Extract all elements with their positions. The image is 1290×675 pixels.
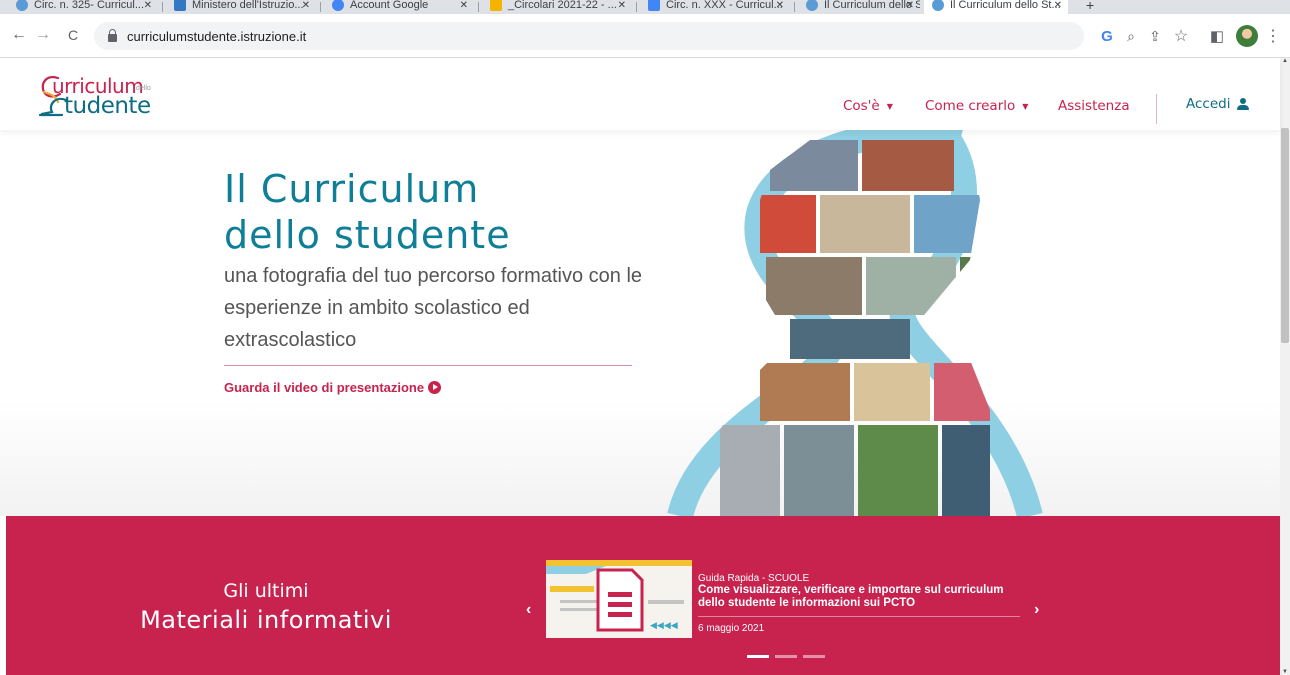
video-link-label: Guarda il video di presentazione [224, 380, 425, 395]
nav-label: Come crearlo [925, 98, 1016, 114]
site-header: urriculum dello tudente Cos'è ▼ Come cre… [0, 58, 1280, 130]
scroll-up-icon[interactable]: ▲ [1280, 58, 1290, 64]
play-circle-icon [428, 381, 442, 394]
tab-favicon-icon [648, 0, 660, 11]
material-title-link[interactable]: Come visualizzare, verificare e importar… [698, 584, 1018, 610]
profile-avatar[interactable] [1236, 25, 1258, 47]
carousel-dot[interactable] [803, 655, 825, 658]
tab-title: Circ. n. 325- Curricul... [34, 0, 145, 11]
browser-tab[interactable]: Circ. n. XXX - Curricul... ✕ [640, 0, 790, 14]
back-icon[interactable]: ← [8, 24, 30, 46]
tab-title: Circ. n. XXX - Curricul... [666, 0, 783, 11]
caret-down-icon: ▼ [1022, 101, 1029, 111]
zoom-icon[interactable]: ⌕ [1122, 27, 1140, 45]
lock-icon [108, 28, 117, 42]
user-icon [1237, 98, 1250, 110]
bookmark-star-icon[interactable]: ☆ [1172, 27, 1190, 45]
caret-down-icon: ▼ [886, 101, 893, 111]
browser-tab[interactable]: _Circolari 2021-22 - ... ✕ [482, 0, 632, 14]
carousel-dot[interactable] [775, 655, 797, 658]
scroll-down-icon[interactable]: ▼ [1280, 669, 1290, 675]
tab-close-icon[interactable]: ✕ [302, 0, 310, 11]
browser-tab-active[interactable]: Il Curriculum dello St... ✕ [924, 0, 1068, 14]
hero-divider [224, 365, 632, 366]
tab-title: Il Curriculum dello St... [950, 0, 1061, 11]
forward-icon[interactable]: → [32, 24, 54, 46]
material-thumbnail[interactable]: ◀◀◀◀ [546, 560, 692, 638]
tab-close-icon[interactable]: ✕ [460, 0, 468, 11]
material-date: 6 maggio 2021 [698, 623, 765, 634]
browser-tab[interactable]: Il Curriculum dello St... ✕ [798, 0, 920, 14]
nav-divider [1156, 94, 1157, 124]
materials-heading: Materiali informativi [140, 606, 392, 634]
material-category: Guida Rapida - SCUOLE [698, 573, 810, 584]
tab-close-icon[interactable]: ✕ [906, 0, 914, 11]
reload-icon[interactable]: C [62, 24, 84, 46]
site-logo[interactable]: urriculum dello tudente [38, 72, 178, 122]
address-bar[interactable]: curriculumstudente.istruzione.it [94, 22, 1084, 50]
nav-label: Cos'è [843, 98, 880, 114]
nav-label: Assistenza [1058, 98, 1130, 114]
nav-item-assistenza[interactable]: Assistenza [1058, 96, 1130, 116]
svg-text:◀◀◀◀: ◀◀◀◀ [650, 621, 678, 631]
tab-favicon-icon [490, 0, 502, 11]
login-button[interactable]: Accedi [1186, 96, 1250, 112]
side-panel-icon[interactable]: ◧ [1208, 27, 1226, 45]
tab-close-icon[interactable]: ✕ [144, 0, 152, 11]
new-tab-button[interactable]: + [1078, 0, 1102, 14]
browser-tab[interactable]: Account Google ✕ [324, 0, 474, 14]
document-icon: ◀◀◀◀ [546, 560, 692, 632]
hero-section: Il Curriculum dello studente una fotogra… [0, 130, 1280, 516]
logo-text-studente: tudente [64, 93, 151, 119]
tab-close-icon[interactable]: ✕ [1054, 0, 1062, 11]
url-text: curriculumstudente.istruzione.it [127, 28, 307, 44]
google-lens-icon[interactable]: G [1098, 27, 1116, 45]
hero-title: Il Curriculum dello studente [224, 166, 511, 258]
tab-close-icon[interactable]: ✕ [618, 0, 626, 11]
materials-heading-small: Gli ultimi [223, 580, 309, 602]
carousel-next-icon[interactable]: › [1034, 601, 1039, 619]
browser-tab[interactable]: Ministero dell'Istruzio... ✕ [166, 0, 316, 14]
tab-favicon-icon [174, 0, 186, 11]
carousel-indicators [747, 655, 825, 658]
tab-favicon-icon [16, 0, 28, 11]
page-scrollbar[interactable]: ▲ ▼ [1280, 58, 1290, 675]
browser-toolbar: ← → C curriculumstudente.istruzione.it G… [0, 14, 1290, 58]
tab-favicon-icon [332, 0, 344, 11]
material-divider [698, 616, 1020, 617]
tab-title: Account Google [350, 0, 429, 11]
scrollbar-thumb[interactable] [1281, 128, 1289, 343]
login-label: Accedi [1186, 96, 1231, 112]
tab-close-icon[interactable]: ✕ [776, 0, 784, 11]
tab-title: Ministero dell'Istruzio... [192, 0, 304, 11]
photo-collage [667, 130, 1043, 516]
tab-title: _Circolari 2021-22 - ... [508, 0, 617, 11]
hero-title-line: Il Curriculum [224, 167, 480, 211]
nav-item-come-crearlo[interactable]: Come crearlo ▼ [925, 96, 1028, 116]
video-presentation-link[interactable]: Guarda il video di presentazione [224, 380, 442, 395]
browser-menu-icon[interactable]: ⋮ [1264, 27, 1282, 45]
browser-tab-strip: Circ. n. 325- Curricul... ✕ Ministero de… [0, 0, 1290, 14]
share-icon[interactable]: ⇪ [1146, 27, 1164, 45]
tab-favicon-icon [932, 0, 944, 11]
materials-section: Gli ultimi Materiali informativi ‹ ◀◀◀◀ … [6, 516, 1280, 675]
carousel-dot[interactable] [747, 655, 769, 658]
browser-tab[interactable]: Circ. n. 325- Curricul... ✕ [8, 0, 158, 14]
logo-text-dello: dello [136, 85, 151, 92]
hero-title-line: dello studente [224, 213, 511, 257]
nav-item-cos-e[interactable]: Cos'è ▼ [843, 96, 893, 116]
hero-subtitle: una fotografia del tuo percorso formativ… [224, 265, 643, 351]
tab-favicon-icon [806, 0, 818, 11]
carousel-prev-icon[interactable]: ‹ [526, 601, 531, 619]
